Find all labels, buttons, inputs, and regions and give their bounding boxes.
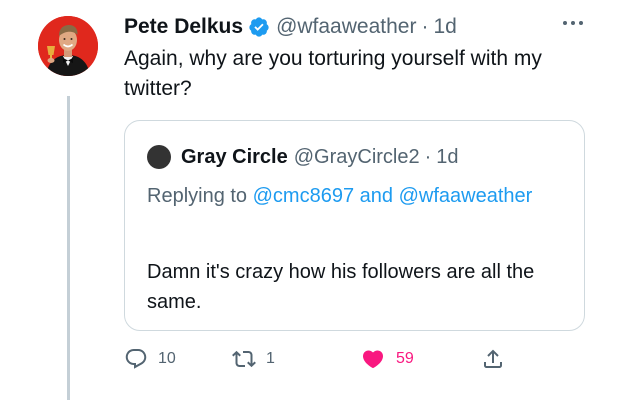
replying-to-line: Replying to @cmc8697 and @wfaaweather bbox=[147, 181, 567, 212]
reply-count: 10 bbox=[158, 350, 176, 367]
quoted-tweet-card[interactable]: Gray Circle @GrayCircle2 · 1d Replying t… bbox=[124, 120, 585, 331]
mention-link[interactable]: @wfaaweather bbox=[399, 185, 533, 207]
quoted-tweet-text: Damn it's crazy how his followers are al… bbox=[147, 261, 535, 313]
reply-bubble-icon bbox=[124, 347, 148, 371]
author-avatar[interactable] bbox=[38, 16, 98, 76]
quoted-author-handle: @GrayCircle2 bbox=[293, 145, 420, 168]
mention-link[interactable]: @cmc8697 bbox=[253, 185, 354, 207]
tweet-timestamp[interactable]: 1d bbox=[433, 15, 456, 39]
share-arrow-icon bbox=[481, 347, 505, 371]
tweet-text: Again, why are you torturing yourself wi… bbox=[124, 47, 542, 100]
more-dots-icon[interactable] bbox=[558, 13, 588, 33]
retweet-count: 1 bbox=[266, 350, 275, 367]
retweet-arrows-icon bbox=[232, 347, 256, 371]
replying-to-prefix: Replying to bbox=[147, 185, 248, 207]
action-bar: 10 1 59 bbox=[124, 344, 585, 374]
quoted-tweet-header: Gray Circle @GrayCircle2 · 1d bbox=[147, 143, 459, 171]
tweet[interactable]: Pete Delkus @wfaaweather · 1d Again, why… bbox=[0, 0, 617, 400]
tweet-header: Pete Delkus @wfaaweather · 1d bbox=[124, 11, 457, 43]
header-separator: · bbox=[421, 15, 429, 38]
thread-connector-line bbox=[67, 96, 70, 400]
quoted-author-avatar bbox=[147, 145, 171, 169]
verified-badge-icon bbox=[248, 16, 270, 38]
quoted-tweet-timestamp: 1d bbox=[436, 145, 459, 168]
quoted-header-separator: · bbox=[424, 145, 432, 168]
quoted-author-display-name: Gray Circle bbox=[181, 145, 288, 168]
author-handle[interactable]: @wfaaweather bbox=[276, 15, 416, 39]
like-button[interactable]: 59 bbox=[360, 344, 414, 374]
heart-icon bbox=[360, 347, 386, 371]
share-button[interactable] bbox=[481, 344, 505, 374]
reply-button[interactable]: 10 bbox=[124, 344, 176, 374]
mention-conjunction: and bbox=[359, 185, 394, 207]
retweet-button[interactable]: 1 bbox=[232, 344, 275, 374]
author-display-name[interactable]: Pete Delkus bbox=[124, 15, 243, 39]
like-count: 59 bbox=[396, 350, 414, 367]
